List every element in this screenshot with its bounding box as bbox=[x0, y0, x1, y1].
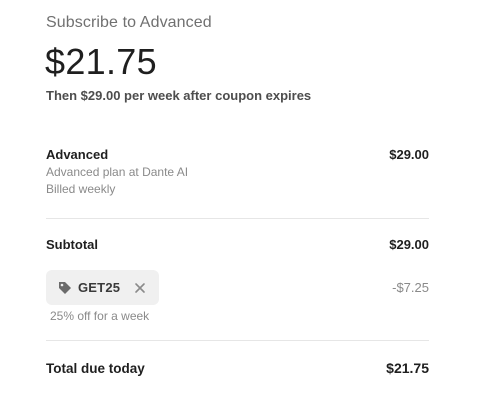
price-display: $21.75 bbox=[45, 41, 157, 82]
line-item-billing: Billed weekly bbox=[46, 182, 116, 196]
checkout-summary: Subscribe to Advanced $21.75 Then $29.00… bbox=[0, 0, 500, 420]
page-title: Subscribe to Advanced bbox=[46, 14, 212, 31]
coupon-note: 25% off for a week bbox=[50, 309, 150, 323]
discount-amount: -$7.25 bbox=[392, 280, 429, 295]
close-icon[interactable] bbox=[133, 281, 147, 295]
coupon-chip: GET25 bbox=[46, 270, 159, 305]
total-label: Total due today bbox=[46, 361, 145, 376]
subtotal-amount: $29.00 bbox=[389, 237, 429, 252]
line-item-description: Advanced plan at Dante AI bbox=[46, 165, 189, 179]
line-item-name: Advanced bbox=[46, 147, 109, 162]
line-item-advanced: Advanced $29.00 Advanced plan at Dante A… bbox=[46, 147, 429, 196]
coupon-row: GET25 -$7.25 bbox=[46, 270, 429, 305]
subtotal-row: Subtotal $29.00 bbox=[46, 237, 429, 252]
line-item-amount: $29.00 bbox=[389, 147, 429, 162]
tag-icon bbox=[58, 281, 72, 295]
divider bbox=[46, 218, 429, 219]
total-amount: $21.75 bbox=[386, 360, 429, 376]
coupon-code: GET25 bbox=[78, 280, 121, 295]
subtotal-label: Subtotal bbox=[46, 237, 98, 252]
total-row: Total due today $21.75 bbox=[46, 360, 429, 376]
renewal-note: Then $29.00 per week after coupon expire… bbox=[46, 88, 312, 103]
divider bbox=[46, 340, 429, 341]
